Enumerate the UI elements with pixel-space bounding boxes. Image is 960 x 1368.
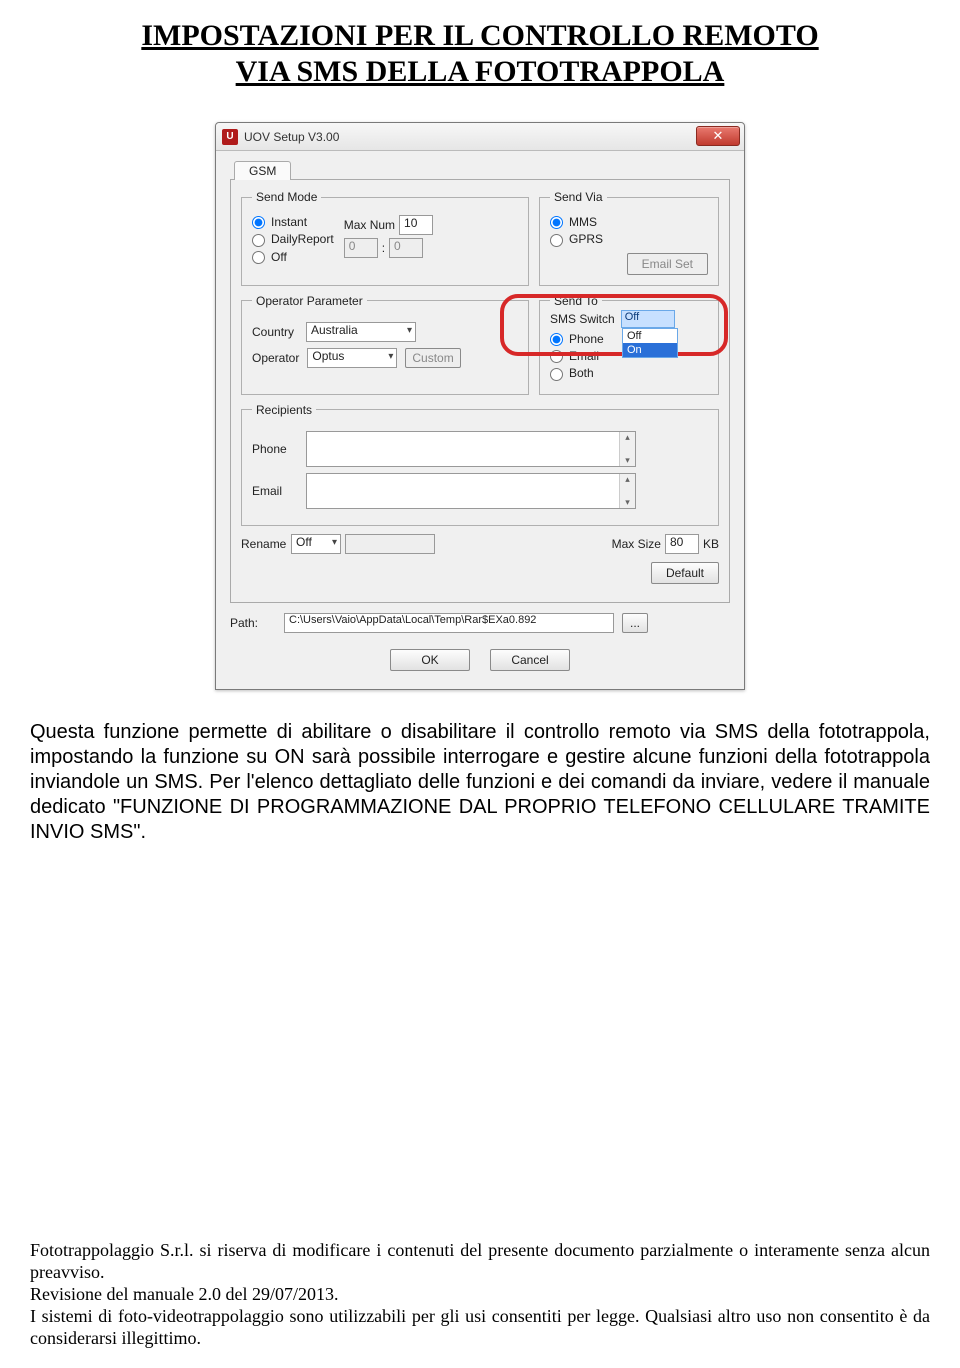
sms-switch-label: SMS Switch (550, 312, 615, 326)
send-mode-legend: Send Mode (252, 190, 321, 204)
maxsize-unit: KB (703, 537, 719, 551)
country-label: Country (252, 325, 298, 339)
ok-button[interactable]: OK (390, 649, 470, 671)
sms-switch-option-on[interactable]: On (623, 343, 677, 357)
cancel-button[interactable]: Cancel (490, 649, 570, 671)
sms-switch-option-off[interactable]: Off (623, 329, 677, 343)
page-title: IMPOSTAZIONI PER IL CONTROLLO REMOTO VIA… (30, 18, 930, 90)
recipients-group: Recipients Phone ▴▾ Email ▴▾ (241, 403, 719, 526)
phone-listbox[interactable]: ▴▾ (306, 431, 636, 467)
send-to-legend: Send To (550, 294, 602, 308)
send-mode-group: Send Mode Instant DailyReport Off Max Nu… (241, 190, 529, 286)
custom-button[interactable]: Custom (405, 348, 460, 368)
daily-min-input[interactable]: 0 (389, 238, 423, 258)
tab-gsm[interactable]: GSM (234, 161, 291, 180)
send-via-legend: Send Via (550, 190, 607, 204)
path-label: Path: (230, 616, 276, 630)
close-button[interactable]: ✕ (696, 126, 740, 146)
rename-select[interactable]: Off (291, 534, 341, 554)
body-paragraph: Questa funzione permette di abilitare o … (30, 720, 930, 845)
titlebar: U UOV Setup V3.00 ✕ (216, 123, 744, 151)
operator-legend: Operator Parameter (252, 294, 367, 308)
title-line-2: VIA SMS DELLA FOTOTRAPPOLA (236, 55, 725, 88)
phone-label: Phone (252, 442, 298, 456)
window-title: UOV Setup V3.00 (244, 130, 339, 144)
email-scrollbar[interactable]: ▴▾ (619, 474, 635, 508)
app-icon: U (222, 129, 238, 145)
radio-instant[interactable]: Instant (252, 215, 334, 229)
rename-input[interactable] (345, 534, 435, 554)
sms-switch-select[interactable]: Off (621, 310, 675, 328)
title-line-1: IMPOSTAZIONI PER IL CONTROLLO REMOTO (141, 19, 818, 52)
send-via-group: Send Via MMS GPRS Email Set (539, 190, 719, 286)
email-label: Email (252, 484, 298, 498)
country-select[interactable]: Australia (306, 322, 416, 342)
default-button[interactable]: Default (651, 562, 719, 584)
radio-off[interactable]: Off (252, 250, 334, 264)
radio-gprs[interactable]: GPRS (550, 232, 708, 246)
footer-line-3: I sistemi di foto-videotrappolaggio sono… (30, 1306, 930, 1348)
footer: Fototrappolaggio S.r.l. si riserva di mo… (30, 1240, 930, 1350)
send-to-group: SMS Switch Off Off On Send To Phone Emai… (539, 294, 719, 395)
footer-line-1: Fototrappolaggio S.r.l. si riserva di mo… (30, 1240, 930, 1282)
operator-select[interactable]: Optus (307, 348, 397, 368)
sms-switch-dropdown[interactable]: Off On (622, 328, 678, 358)
recipients-legend: Recipients (252, 403, 316, 417)
daily-hour-input[interactable]: 0 (344, 238, 378, 258)
maxsize-input[interactable]: 80 (665, 534, 699, 554)
radio-dailyreport[interactable]: DailyReport (252, 232, 334, 246)
radio-both[interactable]: Both (550, 366, 708, 380)
tab-panel: Send Mode Instant DailyReport Off Max Nu… (230, 179, 730, 603)
rename-label: Rename (241, 537, 287, 551)
radio-mms[interactable]: MMS (550, 215, 708, 229)
phone-scrollbar[interactable]: ▴▾ (619, 432, 635, 466)
operator-group: Operator Parameter Country Australia Ope… (241, 294, 529, 395)
maxsize-label: Max Size (612, 537, 661, 551)
email-set-button[interactable]: Email Set (627, 253, 708, 275)
browse-button[interactable]: ... (622, 613, 648, 633)
footer-line-2: Revisione del manuale 2.0 del 29/07/2013… (30, 1284, 338, 1304)
email-listbox[interactable]: ▴▾ (306, 473, 636, 509)
max-num-label: Max Num (344, 218, 395, 232)
operator-label: Operator (252, 351, 299, 365)
max-num-input[interactable]: 10 (399, 215, 433, 235)
setup-window: U UOV Setup V3.00 ✕ GSM Send Mode Instan… (215, 122, 745, 690)
close-icon: ✕ (713, 128, 724, 143)
path-input[interactable]: C:\Users\Vaio\AppData\Local\Temp\Rar$EXa… (284, 613, 614, 633)
